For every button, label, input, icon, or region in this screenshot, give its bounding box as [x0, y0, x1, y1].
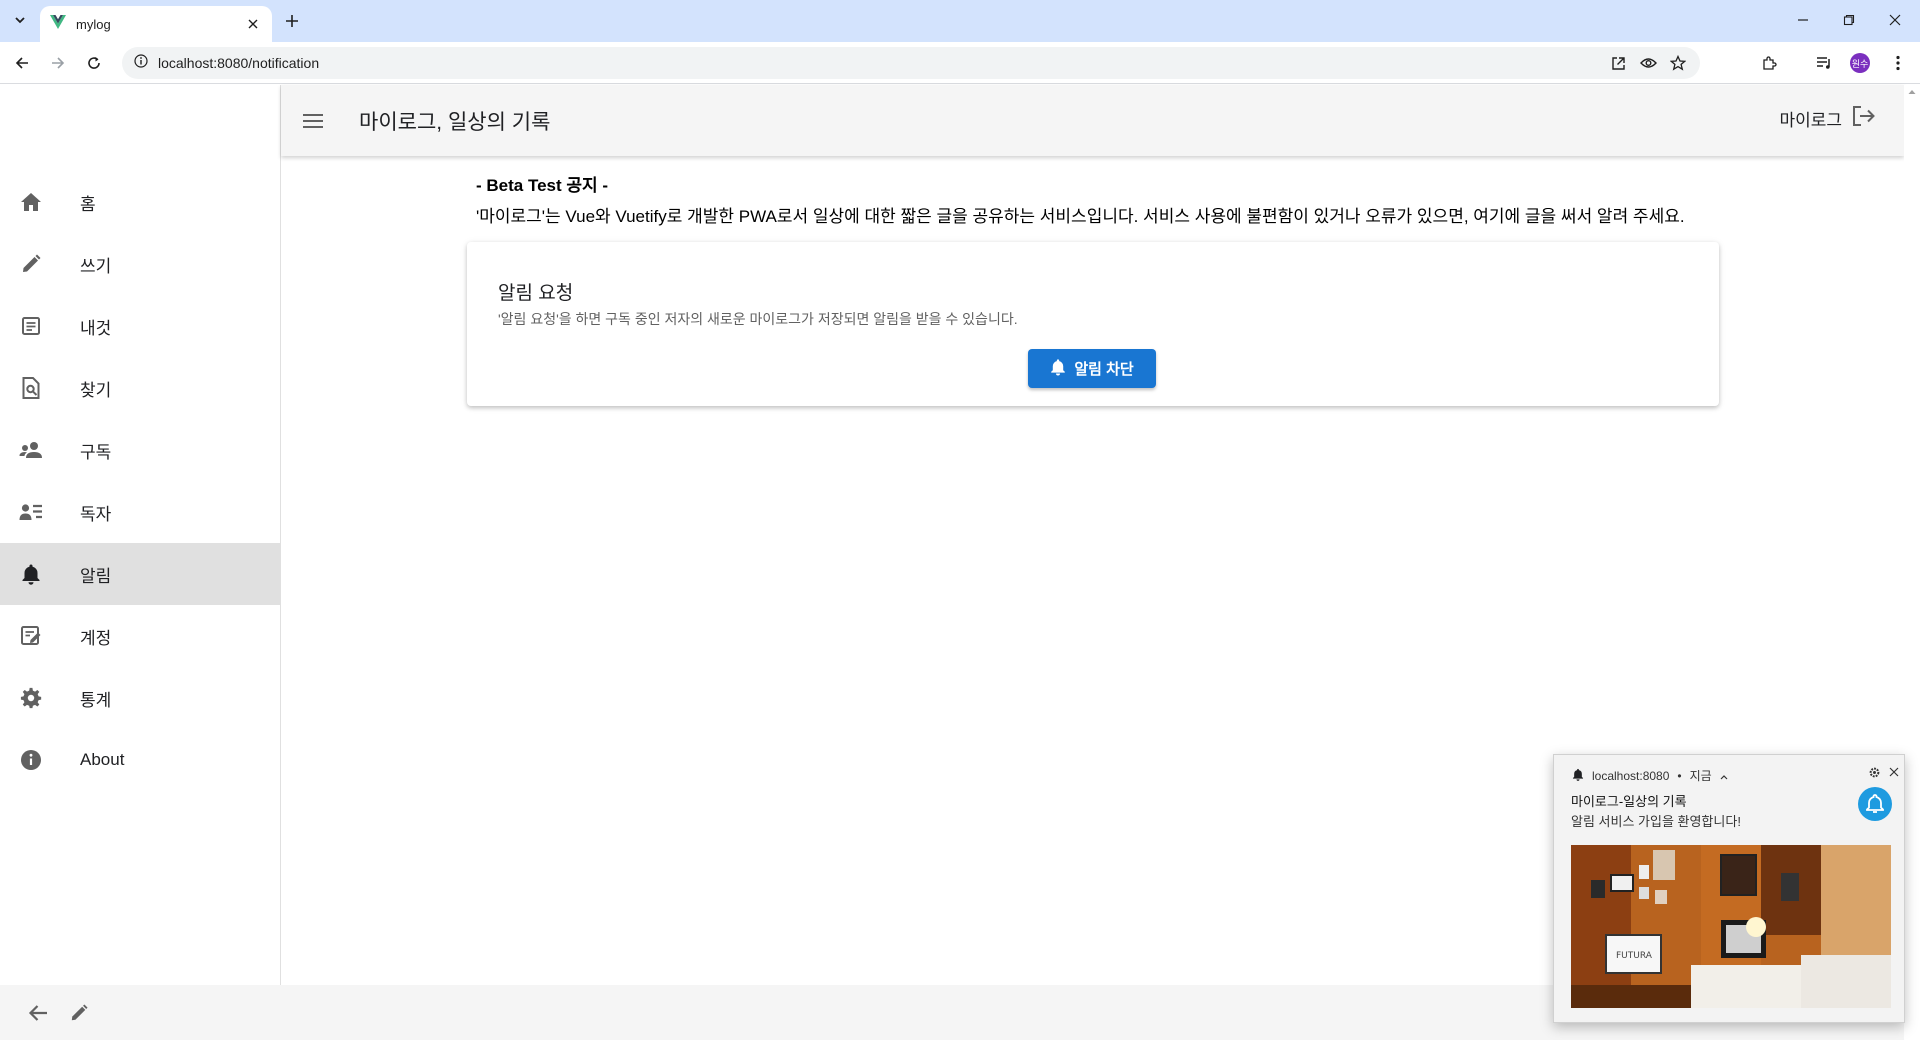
article-icon: [18, 313, 44, 339]
eye-icon[interactable]: [1636, 51, 1660, 75]
nav-item-notification[interactable]: 알림: [0, 543, 280, 605]
back-arrow-icon[interactable]: [8, 49, 36, 77]
toast-close-icon[interactable]: [1887, 765, 1901, 779]
chevron-up-icon[interactable]: [1720, 769, 1728, 783]
pencil-icon[interactable]: [64, 998, 94, 1028]
toast-separator: •: [1677, 768, 1682, 783]
image-sign-text: FUTURA: [1616, 951, 1653, 961]
nav-item-mine[interactable]: 내것: [0, 295, 280, 357]
address-url: localhost:8080/notification: [158, 55, 320, 71]
browser-tabstrip: mylog: [0, 0, 1920, 42]
nav-label: 찾기: [80, 380, 112, 400]
nav-label: 독자: [80, 504, 112, 524]
bell-icon: [1572, 768, 1584, 784]
vue-logo-icon: [50, 14, 66, 34]
nav-label: About: [80, 750, 125, 769]
reload-icon[interactable]: [80, 49, 108, 77]
nav-label: 내것: [80, 318, 112, 338]
nav-item-subscribe[interactable]: 구독: [0, 419, 280, 481]
new-tab-plus-icon[interactable]: [280, 9, 304, 33]
media-queue-icon[interactable]: [1810, 49, 1838, 77]
pencil-icon: [18, 251, 44, 277]
page-scrollbar[interactable]: [1904, 85, 1920, 1040]
block-notification-button[interactable]: 알림 차단: [1028, 349, 1156, 388]
toast-time: 지금: [1689, 769, 1712, 783]
bookmark-star-icon[interactable]: [1666, 51, 1690, 75]
nav-label: 쓰기: [80, 256, 112, 276]
toast-header: localhost:8080 • 지금: [1572, 767, 1728, 784]
bell-icon: [18, 561, 44, 587]
app-title: 마이로그, 일상의 기록: [359, 110, 551, 134]
minimize-icon[interactable]: [1780, 6, 1826, 34]
gear-icon: [18, 685, 44, 711]
home-icon: [18, 189, 44, 215]
hamburger-menu-icon[interactable]: [297, 105, 329, 137]
nav-item-write[interactable]: 쓰기: [0, 233, 280, 295]
window-close-icon[interactable]: [1872, 6, 1918, 34]
toast-source: localhost:8080: [1592, 768, 1670, 783]
notice-body: '마이로그'는 Vue와 Vuetify로 개발한 PWA로서 일상에 대한 짧…: [476, 207, 1685, 226]
block-notification-label: 알림 차단: [1074, 361, 1134, 378]
toast-message: 알림 서비스 가입을 환영합니다!: [1571, 814, 1741, 829]
nav-drawer: 홈 쓰기 내것 찾기 구독 독자 알림 계정 통계 About: [0, 85, 281, 985]
notice-title: - Beta Test 공지 -: [476, 176, 609, 195]
system-notification-toast[interactable]: localhost:8080 • 지금 마이로그-일상의 기록 알림 서비스 가…: [1553, 754, 1905, 1023]
people-icon: [18, 437, 44, 463]
nav-label: 구독: [80, 442, 112, 462]
tab-search-chevron-icon[interactable]: [8, 8, 32, 32]
card-title: 알림 요청: [498, 283, 574, 304]
profile-avatar[interactable]: 원수: [1850, 53, 1870, 73]
browser-tab[interactable]: mylog: [40, 6, 272, 42]
bell-icon: [1050, 358, 1066, 380]
app-bar: 마이로그, 일상의 기록 마이로그: [281, 85, 1904, 156]
beta-notice: - Beta Test 공지 - '마이로그'는 Vue와 Vuetify로 개…: [476, 171, 1726, 227]
back-arrow-icon[interactable]: [23, 998, 53, 1028]
edit-note-icon: [18, 623, 44, 649]
contact-list-icon: [18, 499, 44, 525]
nav-label: 계정: [80, 628, 112, 648]
browser-toolbar: localhost:8080/notification 원수: [0, 42, 1920, 84]
nav-item-readers[interactable]: 독자: [0, 481, 280, 543]
nav-item-stats[interactable]: 통계: [0, 667, 280, 729]
nav-list: 홈 쓰기 내것 찾기 구독 독자 알림 계정 통계 About: [0, 171, 280, 791]
nav-label: 통계: [80, 690, 112, 710]
app-bell-logo-icon: [1858, 787, 1892, 821]
logout-icon[interactable]: [1852, 105, 1876, 132]
browser-menu-kebab-icon[interactable]: [1884, 49, 1912, 77]
nav-item-home[interactable]: 홈: [0, 171, 280, 233]
notification-request-card: 알림 요청 '알림 요청'을 하면 구독 중인 저자의 새로운 마이로그가 저장…: [467, 242, 1719, 406]
nav-item-account[interactable]: 계정: [0, 605, 280, 667]
forward-arrow-icon[interactable]: [44, 49, 72, 77]
site-info-icon[interactable]: [134, 53, 148, 73]
tab-close-icon[interactable]: [244, 15, 262, 33]
user-name[interactable]: 마이로그: [1779, 106, 1842, 131]
tab-title: mylog: [76, 16, 111, 32]
appbar-user-area[interactable]: 마이로그: [1779, 105, 1876, 132]
nav-label: 홈: [80, 194, 96, 214]
toast-hero-image: FUTURA: [1571, 845, 1891, 1008]
nav-label: 알림: [80, 566, 112, 586]
open-in-app-icon[interactable]: [1606, 51, 1630, 75]
extensions-puzzle-icon[interactable]: [1756, 49, 1784, 77]
address-bar[interactable]: localhost:8080/notification: [122, 47, 1700, 79]
card-subtitle: '알림 요청'을 하면 구독 중인 저자의 새로운 마이로그가 저장되면 알림을…: [498, 311, 1018, 327]
toast-settings-gear-icon[interactable]: [1867, 765, 1881, 779]
info-icon: [18, 747, 44, 773]
toast-title: 마이로그-일상의 기록: [1571, 794, 1687, 809]
find-in-page-icon: [18, 375, 44, 401]
restore-icon[interactable]: [1826, 6, 1872, 34]
nav-item-find[interactable]: 찾기: [0, 357, 280, 419]
nav-item-about[interactable]: About: [0, 729, 280, 791]
